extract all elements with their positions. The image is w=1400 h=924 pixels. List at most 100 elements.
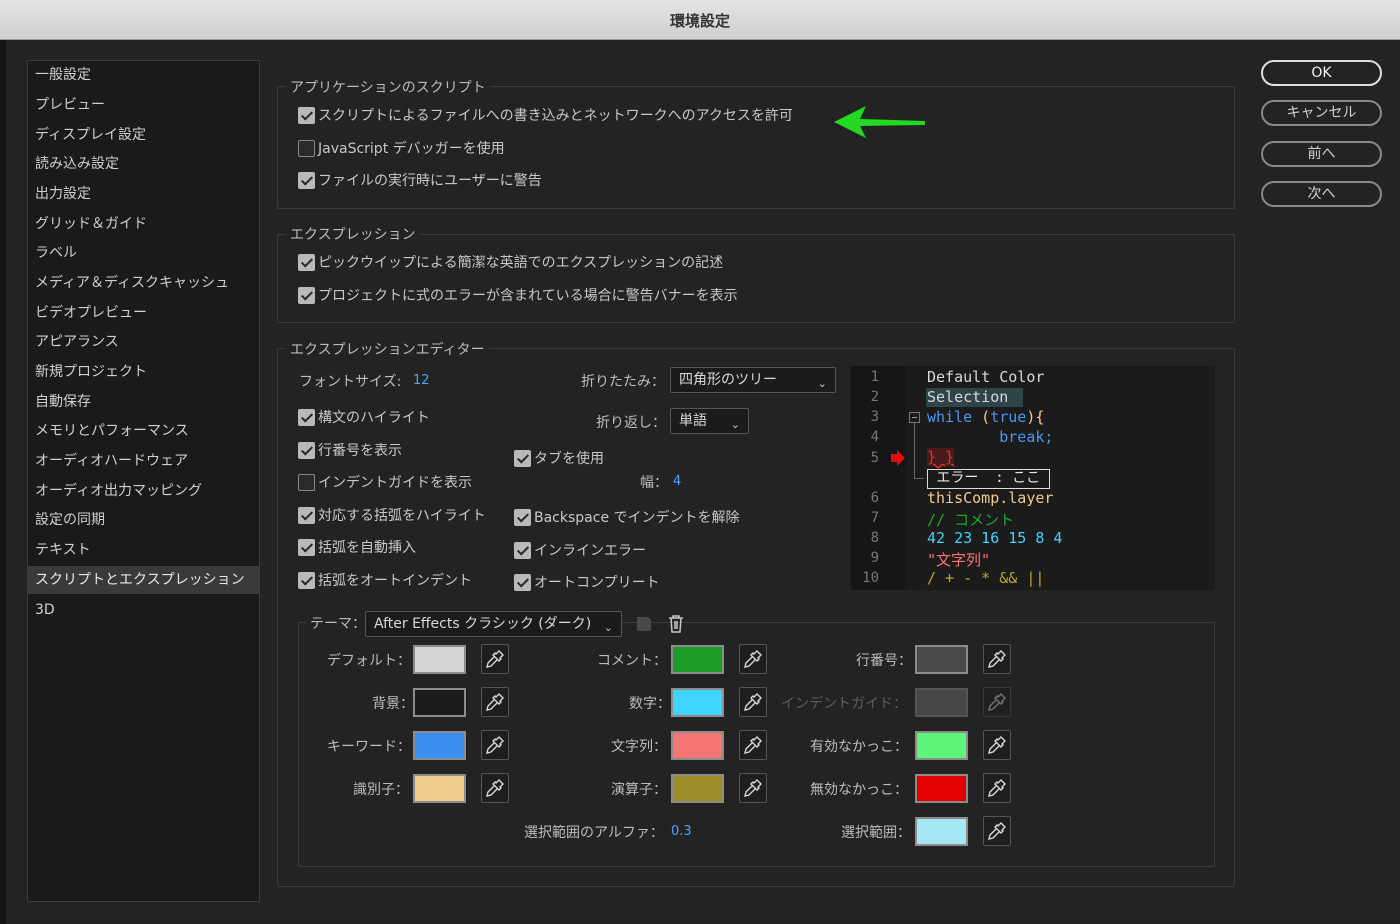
sidebar-item-display[interactable]: ディスプレイ設定 [28, 121, 259, 149]
sidebar-item-video-preview[interactable]: ビデオプレビュー [28, 299, 259, 327]
checkbox-label: 括弧を自動挿入 [318, 540, 416, 556]
string-color-swatch[interactable] [671, 731, 724, 760]
font-size-value[interactable]: 12 [413, 373, 430, 388]
fold-guide-line [914, 423, 915, 479]
title-bar: 環境設定 [0, 0, 1400, 40]
sidebar-item-memory-performance[interactable]: メモリとパフォーマンス [28, 417, 259, 445]
previous-button[interactable]: 前へ [1261, 141, 1382, 167]
line-number-eyedropper-button[interactable] [983, 644, 1011, 674]
selection-color-swatch[interactable] [915, 817, 968, 846]
trash-icon[interactable] [667, 614, 685, 634]
expressions-legend: エクスプレッション [286, 224, 420, 244]
checkbox-label: インラインエラー [534, 543, 646, 559]
code-line-break: break; [927, 428, 1054, 446]
operator-eyedropper-button[interactable] [739, 773, 767, 803]
checkbox-mark [514, 573, 531, 591]
default-eyedropper-button[interactable] [481, 644, 509, 674]
checkbox-mark [298, 286, 315, 304]
number-color-label: 数字： [629, 696, 671, 712]
keyword-color-swatch[interactable] [413, 731, 466, 760]
sidebar-item-sync-settings[interactable]: 設定の同期 [28, 506, 259, 534]
line-number: 9 [870, 550, 879, 566]
checkbox-label: Backspace でインデントを解除 [534, 510, 740, 526]
show-line-numbers-checkbox[interactable]: 行番号を表示 [298, 440, 402, 460]
sidebar-item-text[interactable]: テキスト [28, 536, 259, 564]
background-eyedropper-button[interactable] [481, 687, 509, 717]
next-button[interactable]: 次へ [1261, 181, 1382, 207]
string-eyedropper-button[interactable] [739, 730, 767, 760]
show-indent-guides-checkbox[interactable]: インデントガイドを表示 [298, 472, 472, 492]
auto-indent-brackets-checkbox[interactable]: 括弧をオートインデント [298, 570, 472, 590]
invalid-bracket-color-swatch[interactable] [915, 774, 968, 803]
dropdown-value: 四角形のツリー [679, 372, 777, 388]
cancel-button[interactable]: キャンセル [1261, 100, 1382, 126]
default-color-swatch[interactable] [413, 645, 466, 674]
inline-errors-checkbox[interactable]: インラインエラー [514, 540, 646, 560]
wrap-mode-dropdown[interactable]: 単語 ⌄ [670, 408, 749, 434]
ok-button[interactable]: OK [1261, 60, 1382, 86]
checkbox-mark [298, 571, 315, 589]
invalid-bracket-color-label: 無効なかっこ： [810, 782, 908, 798]
sidebar-item-preview[interactable]: プレビュー [28, 91, 259, 119]
sidebar-item-auto-save[interactable]: 自動保存 [28, 388, 259, 416]
sidebar-item-scripts-expressions[interactable]: スクリプトとエクスプレッション [28, 566, 259, 594]
autocomplete-checkbox[interactable]: オートコンプリート [514, 572, 660, 592]
sidebar-item-audio-hardware[interactable]: オーディオハードウェア [28, 447, 259, 475]
keyword-eyedropper-button[interactable] [481, 730, 509, 760]
sidebar-item-appearance[interactable]: アピアランス [28, 328, 259, 356]
identifier-eyedropper-button[interactable] [481, 773, 509, 803]
identifier-color-label: 識別子： [353, 782, 409, 798]
invalid-bracket-eyedropper-button[interactable] [983, 773, 1011, 803]
comment-eyedropper-button[interactable] [739, 644, 767, 674]
number-color-swatch[interactable] [671, 688, 724, 717]
allow-script-file-network-access-checkbox[interactable]: スクリプトによるファイルへの書き込みとネットワークへのアクセスを許可 [298, 105, 793, 125]
valid-bracket-eyedropper-button[interactable] [983, 730, 1011, 760]
background-color-label: 背景： [372, 696, 414, 712]
expression-error-warning-banner-checkbox[interactable]: プロジェクトに式のエラーが含まれている場合に警告バナーを表示 [298, 285, 738, 305]
selection-eyedropper-button[interactable] [983, 816, 1011, 846]
line-number-color-label: 行番号： [856, 653, 912, 669]
line-number-color-swatch[interactable] [915, 645, 968, 674]
use-javascript-debugger-checkbox[interactable]: JavaScript デバッガーを使用 [298, 138, 505, 158]
highlight-matching-brackets-checkbox[interactable]: 対応する括弧をハイライト [298, 505, 486, 525]
sidebar-item-3d[interactable]: 3D [28, 596, 259, 624]
valid-bracket-color-swatch[interactable] [915, 731, 968, 760]
sidebar-item-import[interactable]: 読み込み設定 [28, 150, 259, 178]
identifier-color-swatch[interactable] [413, 774, 466, 803]
sidebar-item-output[interactable]: 出力設定 [28, 180, 259, 208]
wrap-label: 折り返し： [596, 415, 666, 431]
fold-style-dropdown[interactable]: 四角形のツリー ⌄ [670, 367, 836, 393]
sidebar-item-media-disk-cache[interactable]: メディア＆ディスクキャッシュ [28, 269, 259, 297]
sidebar-item-audio-output-mapping[interactable]: オーディオ出力マッピング [28, 477, 259, 505]
number-eyedropper-button[interactable] [739, 687, 767, 717]
sidebar-item-general[interactable]: 一般設定 [28, 61, 259, 89]
selection-alpha-value[interactable]: 0.3 [671, 824, 692, 839]
checkbox-mark [298, 538, 315, 556]
line-number: 7 [870, 510, 879, 526]
checkbox-label: 行番号を表示 [318, 443, 402, 459]
theme-dropdown[interactable]: After Effects クラシック (ダーク) ⌄ [365, 611, 622, 637]
line-number: 6 [870, 490, 879, 506]
syntax-highlight-checkbox[interactable]: 構文のハイライト [298, 407, 430, 427]
checkbox-mark [514, 541, 531, 559]
line-number: 8 [870, 530, 879, 546]
use-tabs-checkbox[interactable]: タブを使用 [514, 448, 604, 468]
fold-toggle-icon[interactable] [909, 412, 920, 423]
sidebar-item-new-project[interactable]: 新規プロジェクト [28, 358, 259, 386]
checkbox-label: オートコンプリート [534, 575, 660, 591]
warn-user-on-file-execution-checkbox[interactable]: ファイルの実行時にユーザーに警告 [298, 170, 542, 190]
operator-color-swatch[interactable] [671, 774, 724, 803]
comment-color-swatch[interactable] [671, 645, 724, 674]
background-color-swatch[interactable] [413, 688, 466, 717]
sidebar-item-labels[interactable]: ラベル [28, 239, 259, 267]
checkbox-label: 括弧をオートインデント [318, 573, 472, 589]
pickwhip-plain-english-checkbox[interactable]: ピックウイップによる簡潔な英語でのエクスプレッションの記述 [298, 252, 723, 272]
tab-width-value[interactable]: 4 [673, 474, 681, 489]
backspace-unindent-checkbox[interactable]: Backspace でインデントを解除 [514, 507, 740, 527]
auto-insert-brackets-checkbox[interactable]: 括弧を自動挿入 [298, 537, 416, 557]
dropdown-value: 単語 [679, 413, 707, 429]
checkbox-mark [298, 106, 315, 124]
sidebar-item-grid-guides[interactable]: グリッド＆ガイド [28, 210, 259, 238]
checkbox-mark [514, 508, 531, 526]
save-theme-icon[interactable] [635, 615, 653, 633]
